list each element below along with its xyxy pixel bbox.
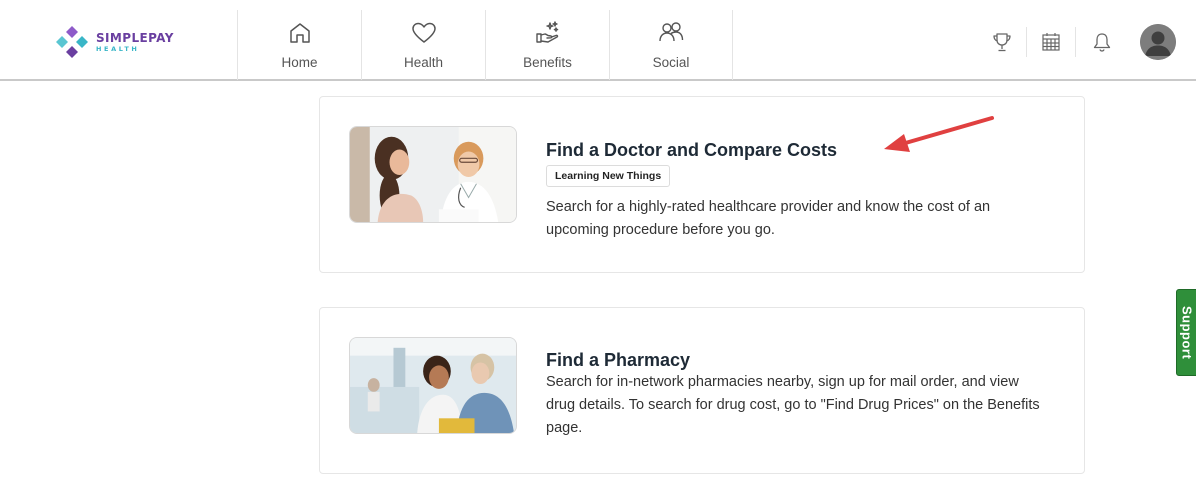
header-actions — [984, 24, 1176, 60]
trophy-button[interactable] — [984, 25, 1020, 59]
bell-icon — [1093, 33, 1111, 52]
notifications-button[interactable] — [1082, 25, 1122, 59]
nav-label: Health — [403, 55, 444, 70]
heart-icon — [411, 22, 436, 43]
card-content: Find a Doctor and Compare Costs Learning… — [546, 139, 1064, 242]
simplepay-health-logo[interactable]: SIMPLEPAY HEALTH — [54, 24, 174, 60]
category-tag: Learning New Things — [546, 165, 671, 187]
hand-sparkle-icon — [535, 21, 558, 43]
find-pharmacy-card[interactable]: Find a Pharmacy Search for in-network ph… — [319, 307, 1085, 474]
card-title[interactable]: Find a Pharmacy — [546, 349, 1064, 371]
doctor-patient-image — [349, 126, 517, 223]
calendar-icon — [1042, 33, 1060, 51]
red-arrow-annotation — [884, 116, 994, 152]
nav-item-social[interactable]: Social — [609, 10, 733, 80]
nav-item-benefits[interactable]: Benefits — [485, 10, 609, 80]
support-tab[interactable]: Support — [1176, 289, 1196, 376]
nav-item-health[interactable]: Health — [361, 10, 485, 80]
nav-label: Social — [652, 55, 690, 70]
people-icon — [659, 22, 684, 42]
logo-mark-icon — [56, 26, 88, 58]
pharmacist-consultation-image — [349, 337, 517, 434]
brand-name: SIMPLEPAY — [96, 30, 174, 45]
nav-label: Benefits — [523, 55, 572, 70]
trophy-icon — [993, 33, 1011, 52]
nav-item-home[interactable]: Home — [237, 10, 361, 80]
top-navigation-bar: SIMPLEPAY HEALTH Home Health Benefits So… — [0, 0, 1196, 81]
avatar-icon — [1140, 24, 1176, 60]
card-description: Search for a highly-rated healthcare pro… — [546, 199, 991, 238]
card-content: Find a Pharmacy Search for in-network ph… — [546, 349, 1064, 440]
calendar-button[interactable] — [1026, 27, 1076, 57]
home-icon — [289, 23, 310, 43]
user-avatar[interactable] — [1140, 24, 1176, 60]
card-description: Search for in-network pharmacies nearby,… — [546, 374, 1040, 436]
main-nav: Home Health Benefits Social — [237, 10, 733, 80]
support-label: Support — [1179, 305, 1195, 360]
nav-label: Home — [281, 55, 318, 70]
brand-subtitle: HEALTH — [96, 44, 140, 53]
